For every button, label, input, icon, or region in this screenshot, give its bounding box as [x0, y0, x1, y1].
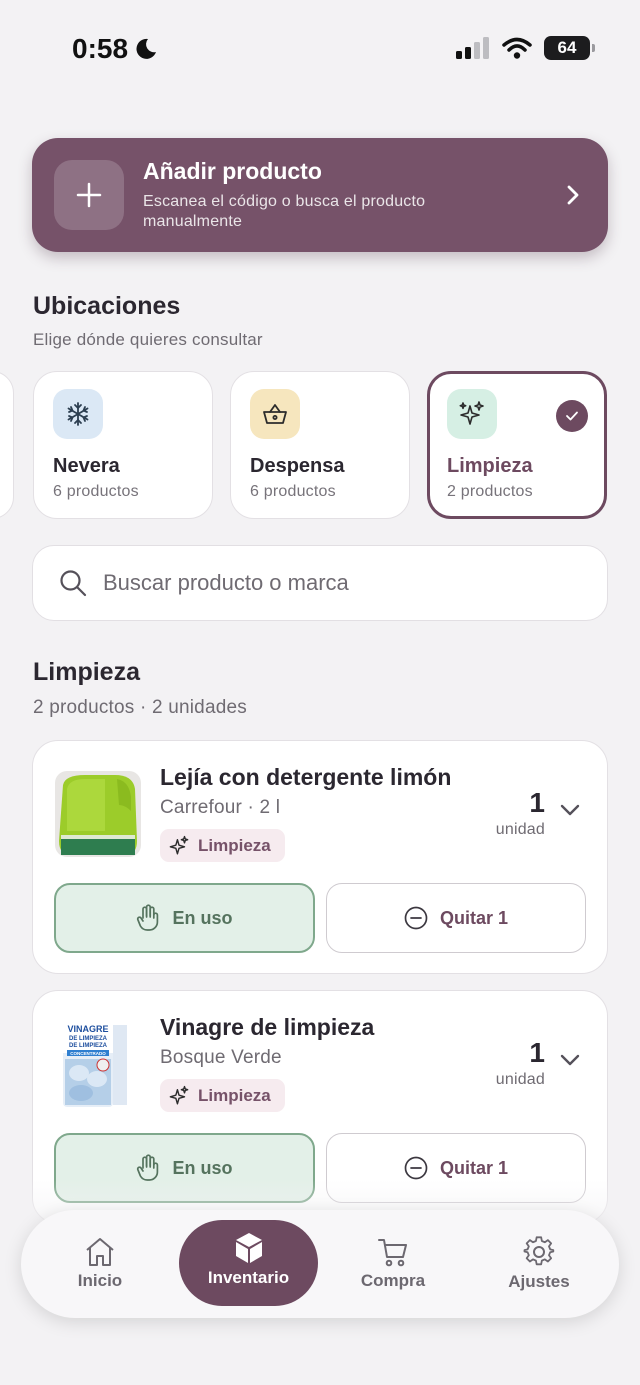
- remove-one-label: Quitar 1: [439, 907, 509, 928]
- search-bar[interactable]: [32, 545, 608, 621]
- image-text: VINAGRE: [67, 1024, 108, 1034]
- chevron-right-icon: [567, 185, 579, 205]
- image-text: DE LIMPIEZA: [69, 1036, 108, 1042]
- minus-circle-icon: [404, 906, 428, 930]
- in-use-label: En uso: [172, 907, 233, 928]
- nav-item-inventario[interactable]: Inventario: [179, 1206, 318, 1314]
- location-card-limpieza[interactable]: Limpieza 2 productos: [427, 371, 607, 519]
- list-summary: 2 productos · 2 unidades: [33, 697, 247, 718]
- remove-one-button[interactable]: Quitar 1: [326, 883, 586, 953]
- snowflake-icon: [53, 389, 103, 439]
- chevron-down-icon[interactable]: [559, 1053, 581, 1067]
- product-quantity-value: 1: [529, 787, 545, 818]
- location-card-nevera[interactable]: Nevera 6 productos: [33, 371, 213, 519]
- location-name: Limpieza: [447, 455, 533, 477]
- location-count: 2 productos: [447, 483, 533, 500]
- home-icon: [86, 1238, 114, 1266]
- sparkles-icon: [169, 1085, 189, 1105]
- product-tag[interactable]: Limpieza: [160, 1079, 285, 1112]
- check-icon: [556, 400, 588, 432]
- status-time-group: 0:58: [72, 33, 158, 65]
- cart-icon: [378, 1239, 407, 1267]
- product-quantity-unit: unidad: [495, 1071, 545, 1088]
- status-bar: 0:58 64: [0, 0, 640, 100]
- product-brand: Bosque Verde: [160, 1047, 282, 1068]
- product-name: Vinagre de limpieza: [160, 1014, 375, 1040]
- search-input[interactable]: [103, 570, 543, 596]
- location-count: 6 productos: [53, 483, 139, 500]
- nav-item-ajustes[interactable]: Ajustes: [468, 1210, 610, 1318]
- product-tag[interactable]: Limpieza: [160, 829, 285, 862]
- status-indicators: 64: [456, 36, 595, 60]
- product-brand: Carrefour · 2 l: [160, 797, 281, 818]
- product-image-lejia: [55, 771, 141, 857]
- product-tag-label: Limpieza: [198, 1085, 271, 1105]
- product-quantity: 1 unidad: [496, 787, 545, 839]
- chevron-down-icon[interactable]: [559, 803, 581, 817]
- remove-one-label: Quitar 1: [439, 1157, 509, 1178]
- in-use-button[interactable]: En uso: [54, 883, 315, 953]
- sparkles-icon: [447, 389, 497, 439]
- image-text: CONCENTRADO: [70, 1051, 106, 1056]
- bottom-nav: Inicio Inventario Compra Ajustes: [21, 1210, 619, 1318]
- battery-level: 64: [557, 38, 577, 57]
- battery-indicator: 64: [544, 36, 595, 60]
- status-time: 0:58: [72, 33, 129, 64]
- location-name: Despensa: [250, 455, 345, 477]
- nav-label: Compra: [360, 1271, 426, 1290]
- product-image-vinagre: VINAGRE DE LIMPIEZA DE LIMPIEZA CONCENTR…: [55, 1021, 141, 1107]
- nav-label: Inventario: [207, 1268, 290, 1287]
- add-product-title: Añadir producto: [143, 158, 322, 184]
- locations-subtitle: Elige dónde quieres consultar: [33, 330, 263, 349]
- add-product-subtitle: Escanea el código o busca el producto ma…: [143, 193, 426, 230]
- location-card-partial[interactable]: [0, 371, 14, 519]
- product-tag-label: Limpieza: [198, 835, 271, 855]
- gear-icon: [523, 1236, 555, 1266]
- locations-title: Ubicaciones: [33, 292, 181, 320]
- minus-circle-icon: [404, 1156, 428, 1180]
- search-icon: [60, 570, 87, 597]
- nav-item-inicio[interactable]: Inicio: [21, 1210, 179, 1318]
- product-quantity: 1 unidad: [496, 1037, 545, 1089]
- hand-icon: [137, 904, 159, 931]
- basket-icon: [250, 389, 300, 439]
- wifi-icon: [502, 37, 532, 59]
- location-name: Nevera: [53, 455, 120, 477]
- location-count: 6 productos: [250, 483, 336, 500]
- product-name: Lejía con detergente limón: [160, 764, 452, 790]
- product-card[interactable]: Lejía con detergente limón Carrefour · 2…: [32, 740, 608, 974]
- nav-label: Inicio: [77, 1271, 123, 1290]
- in-use-label: En uso: [172, 1157, 233, 1178]
- nav-item-compra[interactable]: Compra: [318, 1210, 468, 1318]
- signal-icon: [456, 37, 489, 59]
- nav-label: Ajustes: [508, 1272, 570, 1291]
- box-icon: [235, 1233, 262, 1263]
- image-text: DE LIMPIEZA: [69, 1043, 108, 1049]
- list-title: Limpieza: [33, 658, 140, 686]
- sparkles-icon: [169, 835, 189, 855]
- product-quantity-unit: unidad: [495, 821, 545, 838]
- hand-icon: [137, 1154, 159, 1181]
- product-quantity-value: 1: [529, 1037, 545, 1068]
- location-card-despensa[interactable]: Despensa 6 productos: [230, 371, 410, 519]
- moon-icon: [136, 38, 157, 59]
- add-product-text: Añadir producto Escanea el código o busc…: [143, 158, 566, 232]
- add-product-button[interactable]: Añadir producto Escanea el código o busc…: [32, 138, 608, 252]
- plus-icon: [54, 160, 124, 230]
